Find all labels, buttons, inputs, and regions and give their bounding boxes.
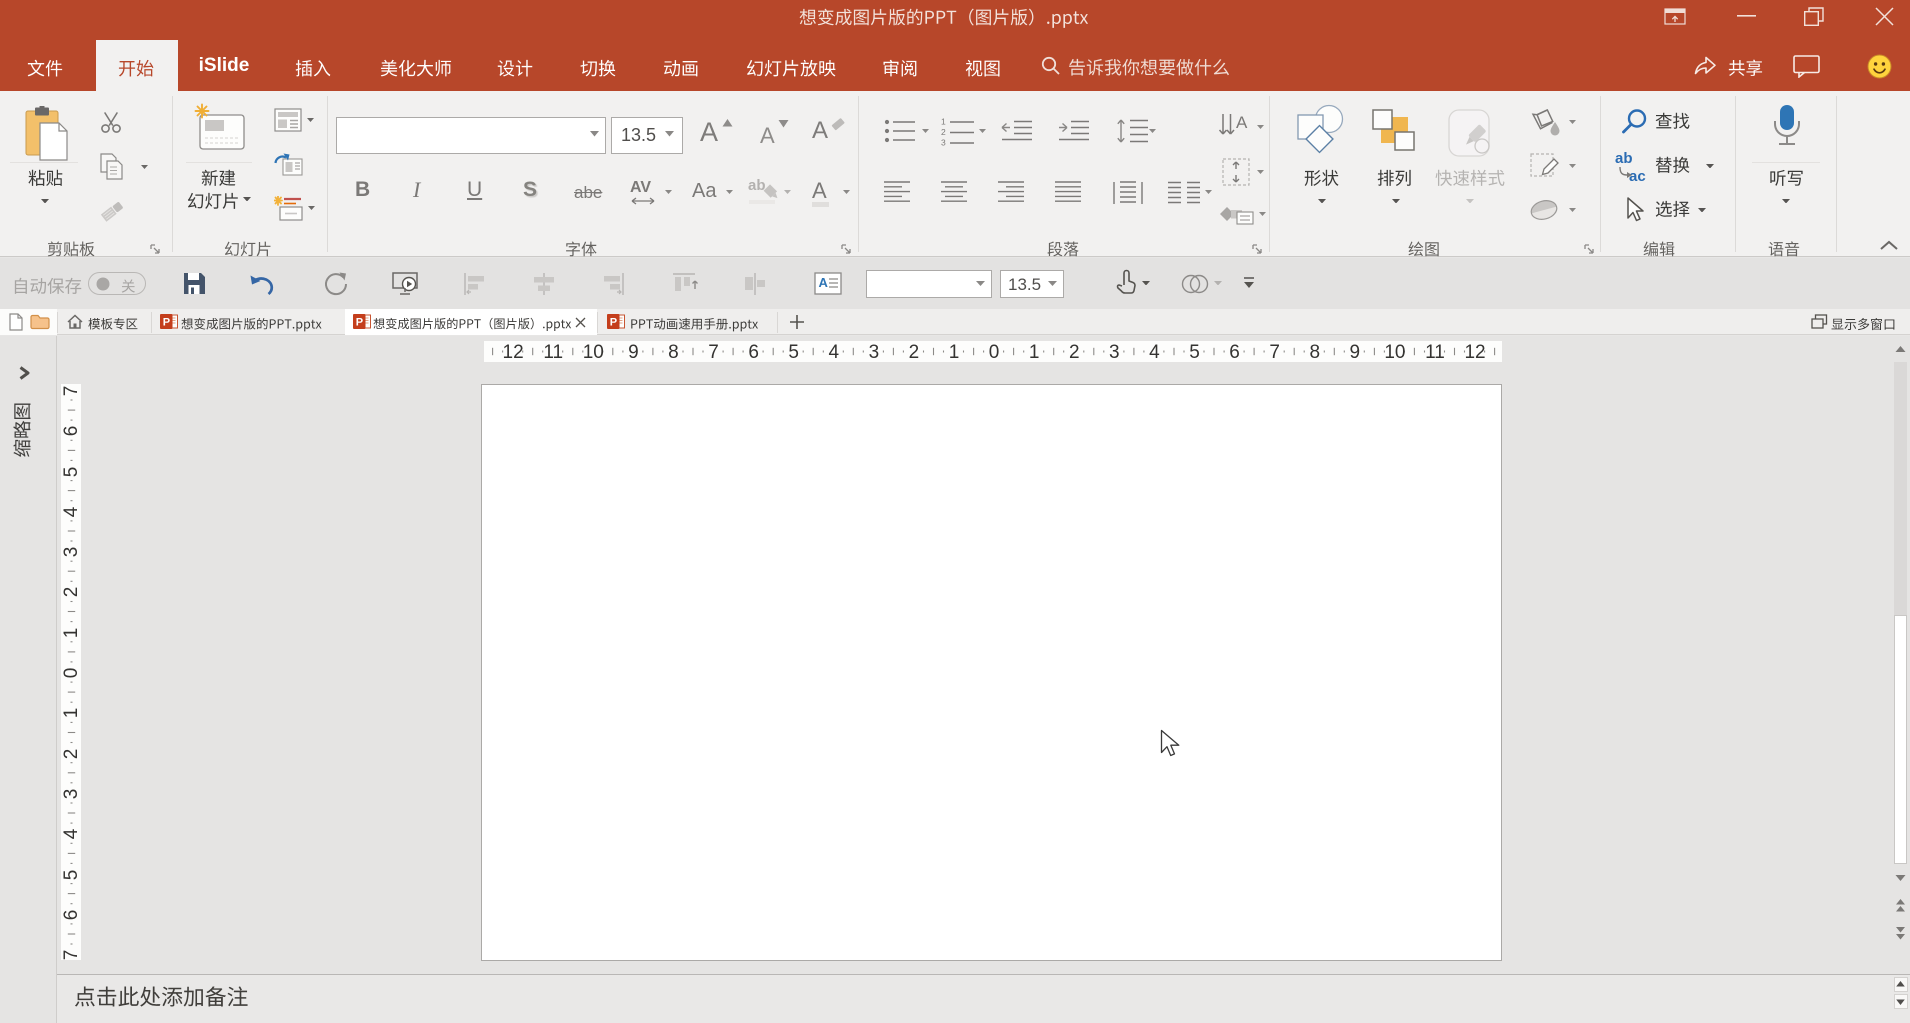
svg-text:ab: ab	[748, 177, 766, 194]
svg-text:ac: ac	[1629, 168, 1646, 184]
svg-text:P: P	[610, 317, 617, 329]
svg-text:P: P	[356, 317, 363, 329]
svg-text:ab: ab	[1615, 150, 1633, 167]
svg-text:1: 1	[941, 117, 946, 127]
svg-text:A: A	[1236, 113, 1248, 132]
svg-text:3: 3	[941, 138, 946, 147]
svg-text:AV: AV	[630, 179, 651, 196]
svg-text:P: P	[163, 317, 170, 329]
svg-text:2: 2	[941, 127, 946, 137]
svg-text:A: A	[819, 275, 829, 290]
